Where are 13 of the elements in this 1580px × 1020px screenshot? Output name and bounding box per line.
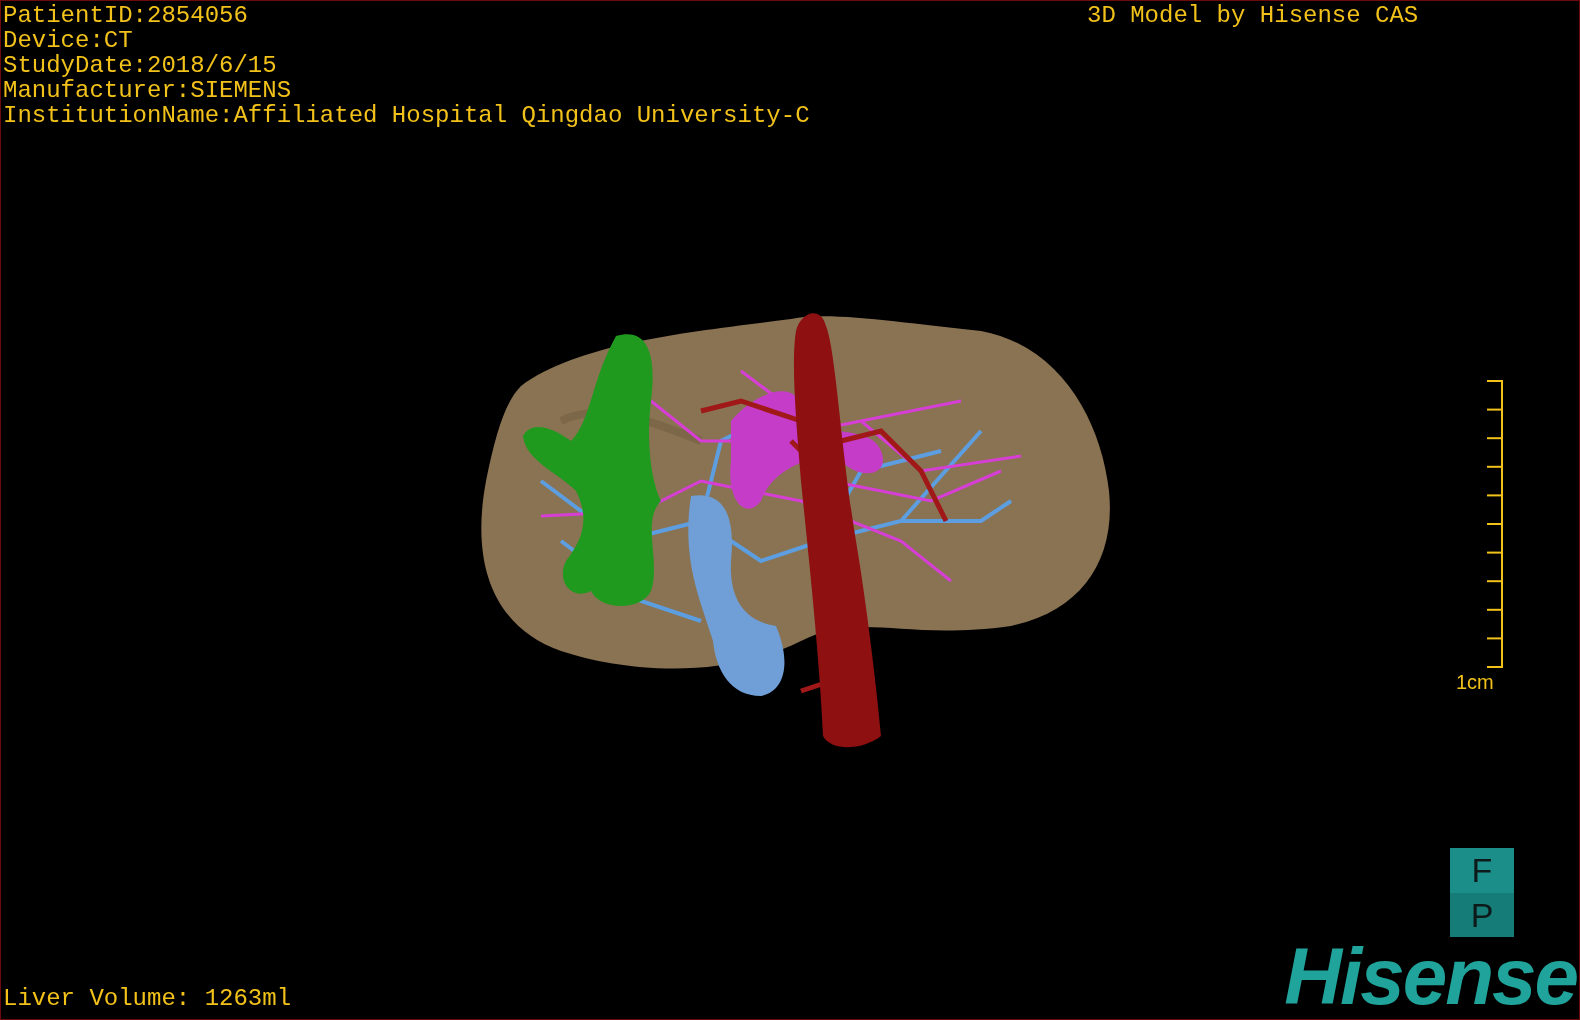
study-info-text: StudyDate:2018/6/15 [3,53,278,78]
study-info-text: PatientID:2854056 [3,3,249,28]
orientation-cube[interactable]: F P [1450,848,1514,937]
caption-text: 3D Model by Hisense CAS [1087,3,1419,28]
brand-logo: Hisense [1284,937,1577,1017]
orientation-face-label: F [1450,848,1514,893]
liver-volume-text: Liver Volume: 1263ml [3,986,292,1011]
orientation-face-label: P [1450,893,1514,937]
scale-bar-icon [1487,380,1504,670]
scale-label: 1cm [1456,671,1494,693]
study-info-text: Manufacturer:SIEMENS [3,78,293,103]
study-info-text: Device:CT [3,28,134,53]
study-info-text: InstitutionName:Affiliated Hospital Qingdao University-C [3,103,810,128]
